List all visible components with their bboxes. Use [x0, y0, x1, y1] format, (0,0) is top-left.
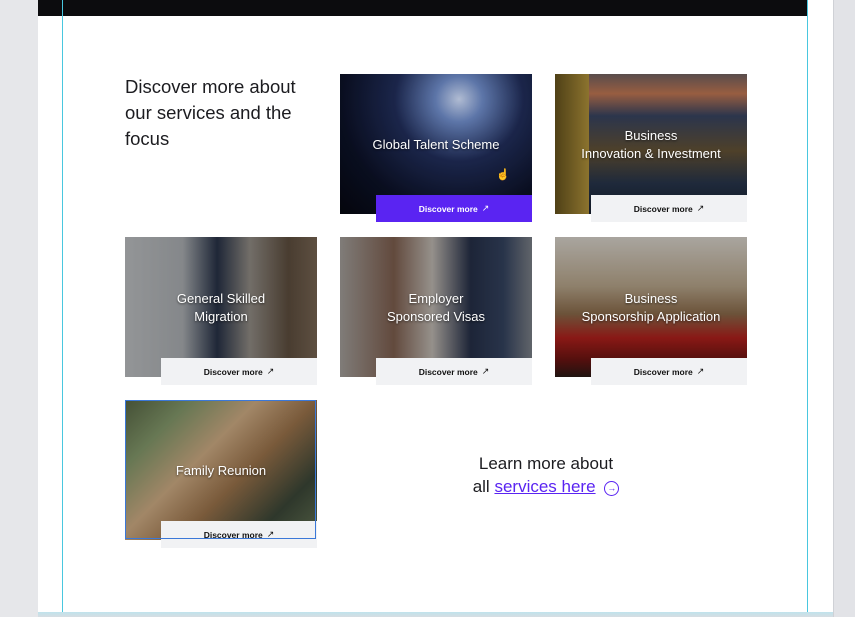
- discover-more-button[interactable]: Discover more ↗: [376, 195, 532, 222]
- discover-more-button[interactable]: Discover more ↗: [376, 358, 532, 385]
- service-card-family-reunion[interactable]: Family Reunion Discover more ↗: [125, 400, 317, 548]
- card-title: Family Reunion: [175, 463, 267, 478]
- discover-more-button[interactable]: Discover more ↗: [591, 195, 747, 222]
- arrow-up-right-icon: ↗: [481, 366, 490, 376]
- arrow-up-right-icon: ↗: [481, 203, 490, 213]
- service-card-employer-sponsored[interactable]: Employer Sponsored Visas Discover more ↗: [340, 237, 532, 385]
- services-intro-heading: Discover more about our services and the…: [125, 76, 296, 149]
- discover-more-button[interactable]: Discover more ↗: [161, 358, 317, 385]
- discover-more-button[interactable]: Discover more ↗: [161, 521, 317, 548]
- discover-more-button[interactable]: Discover more ↗: [591, 358, 747, 385]
- learn-more-prefix: all: [472, 477, 490, 496]
- section-divider: [38, 612, 833, 617]
- card-title: Employer Sponsored Visas: [386, 291, 486, 324]
- button-label: Discover more: [633, 366, 693, 377]
- layout-guide-left: [62, 0, 63, 617]
- button-label: Discover more: [203, 529, 263, 540]
- button-label: Discover more: [633, 203, 693, 214]
- arrow-up-right-icon: ↗: [266, 529, 275, 539]
- card-title: Global Talent Scheme: [372, 137, 500, 152]
- card-title: Business Sponsorship Application: [581, 291, 721, 324]
- service-card-business-sponsorship[interactable]: Business Sponsorship Application Discove…: [555, 237, 747, 385]
- arrow-up-right-icon: ↗: [696, 366, 705, 376]
- services-link[interactable]: services here: [494, 477, 595, 496]
- arrow-up-right-icon: ↗: [266, 366, 275, 376]
- learn-more-line2: all services here →: [440, 475, 652, 498]
- layout-guide-right: [807, 0, 808, 617]
- button-label: Discover more: [418, 366, 478, 377]
- learn-more-line1: Learn more about: [478, 454, 614, 473]
- button-label: Discover more: [203, 366, 263, 377]
- card-title: Business Innovation & Investment: [581, 128, 721, 161]
- service-card-business-innovation[interactable]: Business Innovation & Investment Discove…: [555, 74, 747, 222]
- service-card-global-talent[interactable]: Global Talent Scheme Discover more ↗: [340, 74, 532, 222]
- scrollbar-track[interactable]: [833, 0, 855, 617]
- service-card-skilled-migration[interactable]: General Skilled Migration Discover more …: [125, 237, 317, 385]
- button-label: Discover more: [418, 203, 478, 214]
- circle-arrow-right-icon[interactable]: →: [604, 481, 620, 496]
- top-bar: [38, 0, 808, 16]
- learn-more-block: Learn more about all services here →: [440, 452, 652, 498]
- hand-cursor-icon: ☝: [496, 169, 510, 181]
- card-title: General Skilled Migration: [176, 291, 266, 324]
- arrow-up-right-icon: ↗: [696, 203, 705, 213]
